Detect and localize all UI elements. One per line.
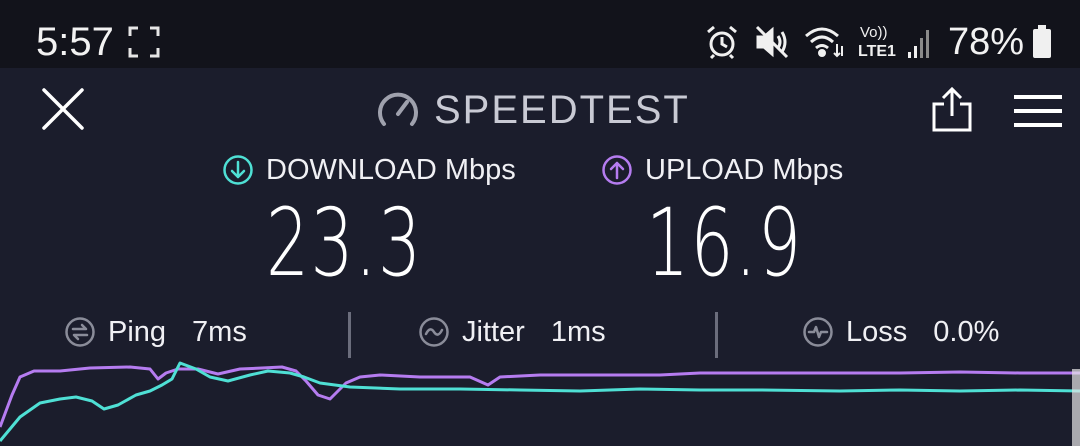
volte-label: Vo)): [860, 24, 888, 41]
loss-label: Loss: [846, 315, 908, 348]
jitter-stat: Jitter 1ms: [418, 310, 606, 354]
status-bar: 5:57 Vo)) LTE1 78%: [0, 0, 1080, 68]
loss-stat: Loss 0.0%: [802, 310, 999, 354]
download-label: DOWNLOAD Mbps: [222, 150, 516, 190]
ping-icon: [65, 317, 95, 347]
ping-value: 7ms: [192, 315, 247, 348]
fullscreen-icon: [128, 26, 160, 63]
jitter-label: Jitter: [462, 315, 525, 348]
stat-divider: [348, 312, 351, 358]
jitter-value: 1ms: [550, 315, 606, 348]
scroll-indicator: [1072, 369, 1080, 446]
speedtest-screen: 5:57 Vo)) LTE1 78% SPEEDTEST DOWNLOAD Mb…: [0, 0, 1080, 446]
loss-value: 0.0%: [933, 315, 1000, 348]
share-icon: [932, 86, 972, 132]
speed-graph: [0, 361, 1080, 446]
battery-icon: [1032, 25, 1052, 59]
network-label: LTE1: [858, 43, 896, 60]
battery-percent: 78%: [947, 21, 1024, 63]
wifi-icon: [804, 24, 844, 60]
close-button[interactable]: [40, 86, 86, 132]
close-icon: [42, 88, 84, 130]
download-label-text: DOWNLOAD Mbps: [266, 153, 516, 186]
app-brand: SPEEDTEST: [376, 86, 690, 134]
status-time: 5:57: [36, 20, 114, 64]
app-title: SPEEDTEST: [434, 87, 690, 132]
upload-label: UPLOAD Mbps: [601, 150, 843, 190]
alarm-icon: [704, 24, 740, 60]
speedometer-icon: [378, 92, 418, 126]
stat-divider: [715, 312, 718, 358]
upload-speed-value: 16.9: [646, 189, 803, 298]
ping-label: Ping: [108, 315, 167, 348]
share-button[interactable]: [928, 86, 976, 134]
ping-stat: Ping 7ms: [64, 310, 247, 354]
packet-loss-icon: [803, 317, 833, 347]
hamburger-menu-icon: [1014, 95, 1062, 127]
mute-icon: [754, 24, 790, 60]
jitter-icon: [419, 317, 449, 347]
menu-button[interactable]: [1012, 92, 1064, 130]
download-speed-value: 23.3: [266, 189, 423, 298]
lte-signal-icon: Vo)) LTE1: [858, 22, 934, 62]
upload-label-text: UPLOAD Mbps: [645, 153, 844, 186]
status-icons: Vo)) LTE1 78%: [704, 20, 1052, 64]
upload-arrow-icon: [602, 155, 632, 185]
download-arrow-icon: [223, 155, 253, 185]
upload-graph-line: [0, 365, 1080, 428]
